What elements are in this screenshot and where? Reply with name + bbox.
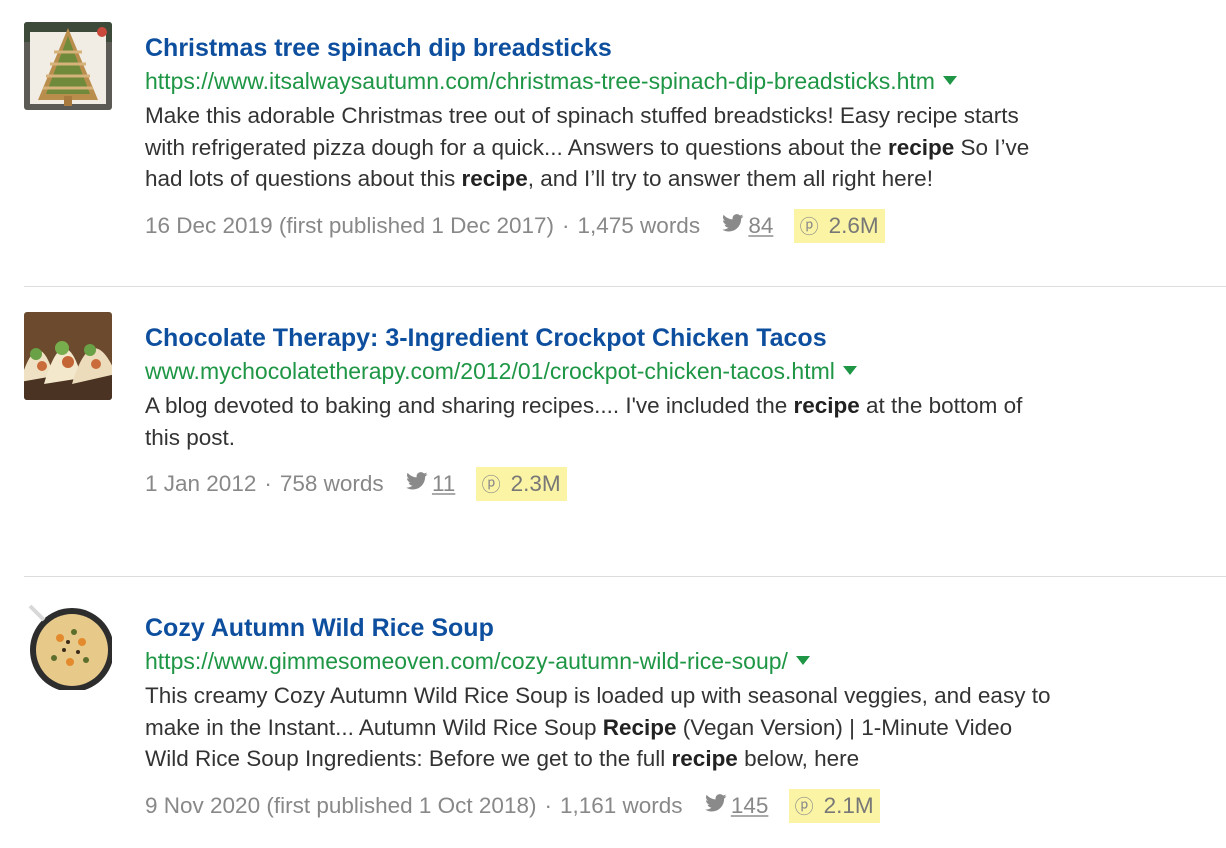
chicken-tacos-image	[24, 312, 112, 400]
result-divider	[24, 286, 1226, 287]
separator-dot: ·	[562, 212, 570, 238]
result-url-link[interactable]: www.mychocolatetherapy.com/2012/01/crock…	[145, 358, 835, 384]
snippet-text: make in the Instant... Autumn Wild Rice …	[145, 714, 603, 740]
separator-dot: ·	[264, 471, 272, 496]
result-title-link[interactable]: Christmas tree spinach dip breadsticks	[145, 32, 1215, 64]
result-snippet: This creamy Cozy Autumn Wild Rice Soup i…	[145, 680, 1215, 775]
result-thumbnail[interactable]	[24, 312, 112, 400]
caret-down-icon[interactable]	[842, 366, 857, 376]
separator-dot: ·	[544, 792, 552, 818]
result-url-row: https://www.gimmesomeoven.com/cozy-autum…	[145, 645, 1215, 677]
result-snippet: Make this adorable Christmas tree out of…	[145, 100, 1215, 195]
snippet-highlight: recipe	[671, 746, 738, 771]
result-divider	[24, 576, 1226, 577]
pinterest-share-badge[interactable]: ⓟ 2.1M	[788, 788, 880, 823]
result-meta: 16 Dec 2019 (first published 1 Dec 2017)…	[145, 208, 1215, 244]
result-snippet: A blog devoted to baking and sharing rec…	[145, 390, 1215, 453]
caret-down-icon[interactable]	[942, 76, 957, 86]
result-meta: 1 Jan 2012 · 758 words 11 ⓟ 2.3M	[145, 467, 1215, 502]
snippet-line: This creamy Cozy Autumn Wild Rice Soup i…	[145, 680, 1215, 712]
snippet-text: Wild Rice Soup Ingredients: Before we ge…	[145, 746, 672, 771]
snippet-line: this post.	[145, 422, 1215, 454]
snippet-highlight: recipe	[461, 166, 528, 191]
pinterest-p-icon: ⓟ	[794, 795, 814, 818]
caret-down-icon[interactable]	[795, 656, 810, 666]
result-meta: 9 Nov 2020 (first published 1 Oct 2018) ·…	[145, 788, 1215, 824]
snippet-line: with refrigerated pizza dough for a quic…	[145, 132, 1215, 164]
result-url-row: https://www.itsalwaysautumn.com/christma…	[145, 65, 1215, 97]
snippet-highlight: recipe	[887, 134, 955, 160]
snippet-text: , and I’ll try to answer them all right …	[527, 166, 933, 191]
result-word-count: 758 words	[279, 471, 384, 496]
snippet-text: at the bottom of	[859, 393, 1023, 418]
pinterest-p-icon: ⓟ	[799, 215, 819, 238]
snippet-text: This creamy Cozy Autumn Wild Rice Soup i…	[145, 683, 1051, 708]
snippet-text: Make this adorable Christmas tree out of…	[145, 103, 1019, 128]
snippet-line: A blog devoted to baking and sharing rec…	[145, 390, 1215, 422]
result-word-count: 1,475 words	[577, 212, 701, 238]
snippet-line: make in the Instant... Autumn Wild Rice …	[145, 712, 1215, 744]
pinterest-p-icon: ⓟ	[481, 474, 501, 496]
wild-rice-soup-image	[24, 602, 112, 690]
snippet-text: this post.	[145, 424, 236, 450]
result-date: 16 Dec 2019 (first published 1 Dec 2017)	[145, 212, 554, 238]
snippet-text: A blog devoted to baking and sharing rec…	[145, 393, 794, 418]
snippet-line: Wild Rice Soup Ingredients: Before we ge…	[145, 743, 1215, 775]
snippet-highlight: Recipe	[602, 714, 677, 740]
snippet-highlight: recipe	[793, 393, 860, 418]
result-date: 1 Jan 2012	[145, 471, 257, 496]
result-title-link[interactable]: Chocolate Therapy: 3-Ingredient Crockpot…	[145, 322, 1215, 354]
snippet-line: had lots of questions about this recipe,…	[145, 163, 1215, 195]
pinterest-share-badge[interactable]: ⓟ 2.3M	[475, 467, 567, 501]
twitter-bird-icon	[704, 788, 727, 822]
snippet-line: Make this adorable Christmas tree out of…	[145, 100, 1215, 132]
twitter-share-count[interactable]: 84	[748, 213, 773, 238]
pinterest-share-count: 2.1M	[823, 792, 874, 818]
christmas-tree-breadsticks-image	[24, 22, 112, 110]
result-thumbnail[interactable]	[24, 602, 112, 690]
snippet-text: So I’ve	[954, 134, 1030, 160]
pinterest-share-count: 2.3M	[510, 471, 561, 496]
pinterest-share-badge[interactable]: ⓟ 2.6M	[793, 208, 885, 243]
twitter-share-count[interactable]: 11	[432, 471, 455, 496]
result-url-link[interactable]: https://www.itsalwaysautumn.com/christma…	[145, 68, 935, 94]
twitter-bird-icon	[722, 208, 744, 242]
result-url-row: www.mychocolatetherapy.com/2012/01/crock…	[145, 355, 1215, 387]
twitter-share-count[interactable]: 145	[731, 793, 769, 818]
snippet-text: with refrigerated pizza dough for a quic…	[145, 134, 888, 160]
snippet-text: had lots of questions about this	[145, 166, 462, 191]
snippet-text: (Vegan Version) | 1-Minute Video	[676, 714, 1013, 740]
result-date: 9 Nov 2020 (first published 1 Oct 2018)	[145, 792, 537, 818]
result-word-count: 1,161 words	[559, 792, 683, 818]
result-title-link[interactable]: Cozy Autumn Wild Rice Soup	[145, 612, 1215, 644]
twitter-bird-icon	[406, 466, 428, 500]
pinterest-share-count: 2.6M	[828, 212, 879, 238]
snippet-text: below, here	[737, 746, 860, 771]
result-url-link[interactable]: https://www.gimmesomeoven.com/cozy-autum…	[145, 648, 788, 674]
result-thumbnail[interactable]	[24, 22, 112, 110]
